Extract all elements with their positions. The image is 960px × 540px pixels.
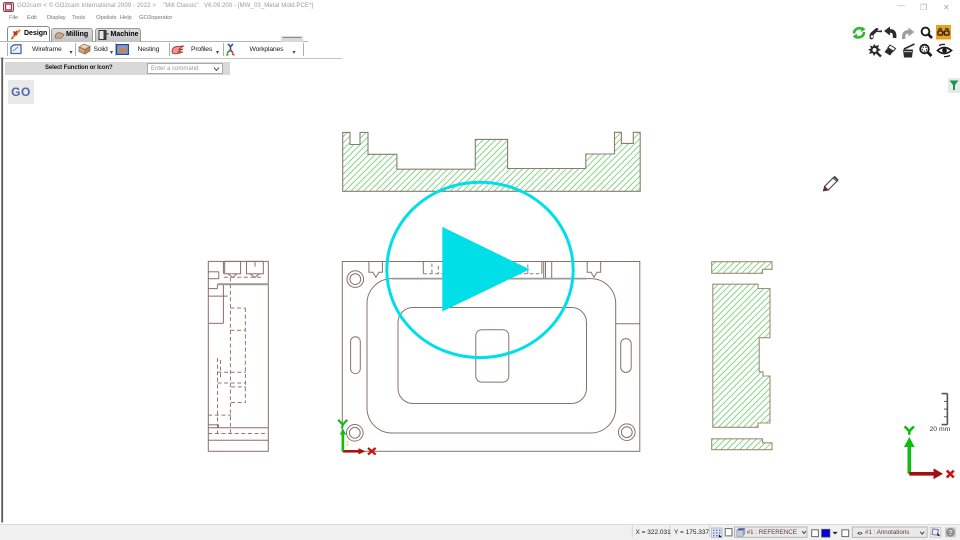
svg-text:?: ? — [948, 528, 953, 537]
svg-text:20 mm: 20 mm — [930, 426, 951, 433]
svg-text:Y = 175.337: Y = 175.337 — [674, 529, 710, 536]
svg-text:#1 : Annotations: #1 : Annotations — [865, 529, 909, 536]
svg-text:1: 1 — [346, 441, 350, 448]
svg-text:#1 : REFERENCE: #1 : REFERENCE — [747, 529, 797, 536]
svg-text:X = 322.031: X = 322.031 — [636, 529, 672, 536]
